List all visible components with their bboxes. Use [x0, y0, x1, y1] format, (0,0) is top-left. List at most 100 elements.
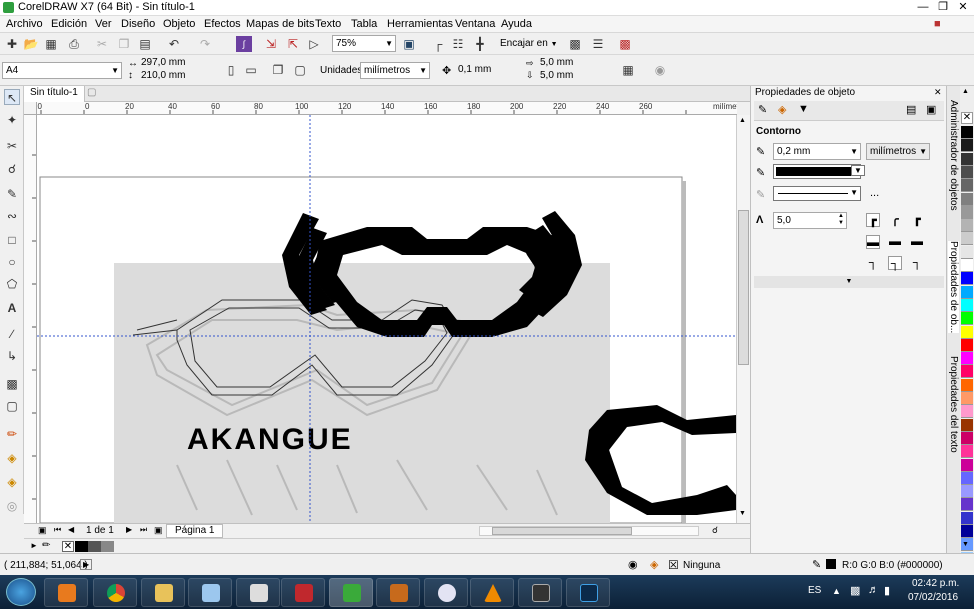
scroll-down-icon[interactable]: ▼: [739, 510, 746, 517]
taskbar-coreldraw[interactable]: [329, 578, 373, 607]
connector-tool-icon[interactable]: ↳: [4, 348, 20, 364]
color-swatch[interactable]: [961, 245, 973, 259]
taskbar-photoshop[interactable]: [566, 578, 610, 607]
menu-diseno[interactable]: Diseño: [121, 18, 155, 30]
outline-width-select[interactable]: 0,2 mm ▼: [773, 143, 861, 160]
line-style-select[interactable]: ▼: [773, 186, 861, 201]
color-swatch[interactable]: [961, 338, 973, 352]
open-icon[interactable]: 📂: [23, 36, 39, 52]
duplicate-y-input[interactable]: 5,0 mm: [537, 70, 593, 83]
corner-bevel-icon[interactable]: ┏: [910, 213, 924, 227]
scroll-up-icon[interactable]: ▲: [739, 117, 746, 124]
fill-tab-icon[interactable]: ◈: [778, 103, 786, 116]
portrait-icon[interactable]: ▯: [223, 62, 239, 78]
next-page-icon[interactable]: ▶: [126, 525, 132, 534]
ruler-origin[interactable]: [24, 102, 37, 115]
last-page-icon[interactable]: ⏭: [140, 525, 147, 535]
chevron-down-icon[interactable]: ▼: [851, 165, 865, 176]
color-swatch[interactable]: [961, 272, 973, 286]
page-size-select[interactable]: A4 ▼: [2, 62, 122, 79]
polygon-tool-icon[interactable]: ⬠: [4, 276, 20, 292]
swatch-gray[interactable]: [101, 541, 114, 552]
color-swatch[interactable]: [961, 498, 973, 512]
paste-icon[interactable]: ▤: [137, 36, 153, 52]
color-swatch[interactable]: [961, 431, 973, 445]
menu-ventana[interactable]: Ventana: [455, 18, 495, 30]
doc-close-icon[interactable]: ■: [934, 18, 941, 30]
taskbar-explorer[interactable]: [141, 578, 185, 607]
search-content-icon[interactable]: ∫: [236, 36, 252, 52]
color-proofing-icon[interactable]: ◉: [628, 558, 638, 571]
current-page-icon[interactable]: ▢: [292, 62, 308, 78]
rectangle-tool-icon[interactable]: □: [4, 232, 20, 248]
nudge-input[interactable]: 0,1 mm: [455, 62, 509, 79]
prev-page-icon[interactable]: ◀: [68, 525, 74, 534]
color-swatch[interactable]: [961, 378, 973, 392]
palette-scroll-up-icon[interactable]: ▲: [962, 88, 969, 95]
grid-icon[interactable]: ☷: [450, 36, 466, 52]
page-width-input[interactable]: 297,0 mm: [138, 57, 210, 70]
redo-icon[interactable]: ↷: [197, 36, 213, 52]
tab-object-properties[interactable]: Propiedades de ob...: [948, 241, 959, 334]
no-fill-swatch[interactable]: ✕: [961, 112, 973, 124]
panel-mode-icon[interactable]: ▣: [926, 103, 936, 116]
clock-date[interactable]: 07/02/2016: [908, 592, 958, 603]
position-outside-icon[interactable]: ┐: [866, 256, 880, 270]
miter-limit-input[interactable]: 5,0 ▲ ▼: [773, 212, 847, 229]
print-icon[interactable]: ⎙: [66, 36, 82, 52]
color-swatch[interactable]: [961, 352, 973, 366]
menu-edicion[interactable]: Edición: [51, 18, 87, 30]
zoom-tool-icon[interactable]: ☌: [4, 161, 20, 177]
color-swatch[interactable]: [961, 405, 973, 419]
menu-objeto[interactable]: Objeto: [163, 18, 195, 30]
tab-sin-titulo-1[interactable]: Sin título-1: [24, 86, 85, 102]
battery-icon[interactable]: ▮: [884, 584, 890, 597]
close-button[interactable]: ✕: [954, 0, 972, 15]
color-swatch[interactable]: [961, 179, 973, 193]
outline-color-picker[interactable]: [773, 164, 861, 179]
menu-ver[interactable]: Ver: [95, 18, 112, 30]
color-swatch[interactable]: [961, 325, 973, 339]
add-page-after-icon[interactable]: ▣: [154, 525, 163, 536]
outline-pen-tab-icon[interactable]: ✎: [758, 103, 767, 116]
app-launcher-icon[interactable]: ▩: [617, 36, 633, 52]
cap-round-icon[interactable]: ▬: [888, 235, 902, 249]
restore-button[interactable]: ❐: [934, 0, 952, 15]
outline-units-select[interactable]: milímetros ▼: [866, 143, 930, 160]
cap-square-icon[interactable]: ▬: [910, 235, 924, 249]
color-swatch[interactable]: [961, 219, 973, 233]
eyedropper-tool-icon[interactable]: ✏: [4, 426, 20, 442]
shape-tool-icon[interactable]: ✦: [4, 112, 20, 128]
network-icon[interactable]: ▩: [850, 584, 860, 597]
text-tool-icon[interactable]: A: [4, 300, 20, 316]
page-tab-1[interactable]: Página 1: [166, 524, 224, 538]
position-inside-icon[interactable]: ┐: [910, 256, 924, 270]
duplicate-x-input[interactable]: 5,0 mm: [537, 57, 593, 70]
color-swatch[interactable]: [961, 418, 973, 432]
units-select[interactable]: milímetros ▼: [360, 62, 430, 79]
horizontal-ruler[interactable]: 20 0 20 40 60 80 100 120 140 160 180 200…: [37, 102, 737, 115]
interactive-fill-icon[interactable]: ◈: [4, 450, 20, 466]
color-swatch[interactable]: [961, 525, 973, 538]
color-swatch[interactable]: [961, 165, 973, 179]
more-options-button[interactable]: ...: [870, 187, 879, 199]
menu-mapas-de-bits[interactable]: Mapas de bits: [246, 18, 314, 30]
color-swatch[interactable]: [961, 365, 973, 379]
landscape-icon[interactable]: ▭: [243, 62, 259, 78]
undo-icon[interactable]: ↶: [166, 36, 182, 52]
taskbar-itunes[interactable]: [424, 578, 468, 607]
corner-round-icon[interactable]: ╭: [888, 213, 902, 227]
color-swatch[interactable]: [961, 298, 973, 312]
status-play-icon[interactable]: ▶: [80, 559, 93, 570]
color-swatch[interactable]: [961, 445, 973, 459]
no-color-swatch[interactable]: ✕: [62, 541, 74, 552]
menu-herramientas[interactable]: Herramientas: [387, 18, 453, 30]
tab-object-manager[interactable]: Administrador de objetos: [948, 100, 959, 211]
color-swatch[interactable]: [961, 312, 973, 326]
vertical-ruler[interactable]: [24, 115, 37, 523]
color-swatch[interactable]: [961, 392, 973, 405]
zoom-navigator-icon[interactable]: ☌: [712, 525, 718, 536]
pick-tool-icon[interactable]: ↖: [4, 89, 20, 105]
color-swatch[interactable]: [961, 511, 973, 525]
color-swatch[interactable]: [961, 139, 973, 153]
